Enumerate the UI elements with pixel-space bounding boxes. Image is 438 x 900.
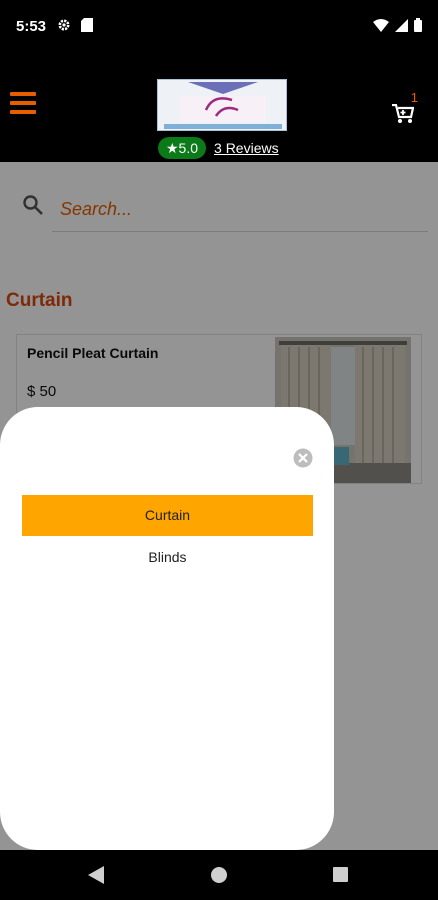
menu-button[interactable]: [10, 92, 36, 114]
rating-row: ★5.0 3 Reviews: [158, 137, 279, 159]
category-sheet: Curtain Blinds: [0, 407, 334, 850]
category-option-curtain[interactable]: Curtain: [22, 495, 313, 536]
close-icon: [293, 448, 313, 468]
app-header: ★5.0 3 Reviews 1: [0, 54, 438, 162]
rating-badge: ★5.0: [158, 137, 207, 159]
menu-icon: [10, 92, 36, 96]
cart-count-badge: 1: [410, 90, 418, 105]
category-option-blinds[interactable]: Blinds: [22, 537, 313, 578]
home-icon[interactable]: [211, 867, 227, 883]
status-indicators: [373, 18, 422, 37]
wifi-icon: [373, 18, 389, 37]
reviews-link[interactable]: 3 Reviews: [214, 140, 279, 156]
status-bar: 5:53: [0, 0, 438, 54]
battery-icon: [414, 18, 422, 37]
gear-icon: [57, 18, 71, 37]
system-nav-bar: [0, 850, 438, 900]
recents-icon[interactable]: [333, 867, 348, 882]
close-button[interactable]: [293, 448, 313, 468]
cart-button[interactable]: 1: [392, 90, 422, 124]
status-time: 5:53: [16, 18, 47, 35]
store-logo: [157, 79, 287, 131]
cart-icon: [392, 104, 414, 123]
sd-card-icon: [81, 18, 93, 37]
category-option-list: Curtain Blinds: [22, 495, 313, 579]
back-icon[interactable]: [88, 866, 104, 889]
signal-icon: [395, 18, 408, 37]
